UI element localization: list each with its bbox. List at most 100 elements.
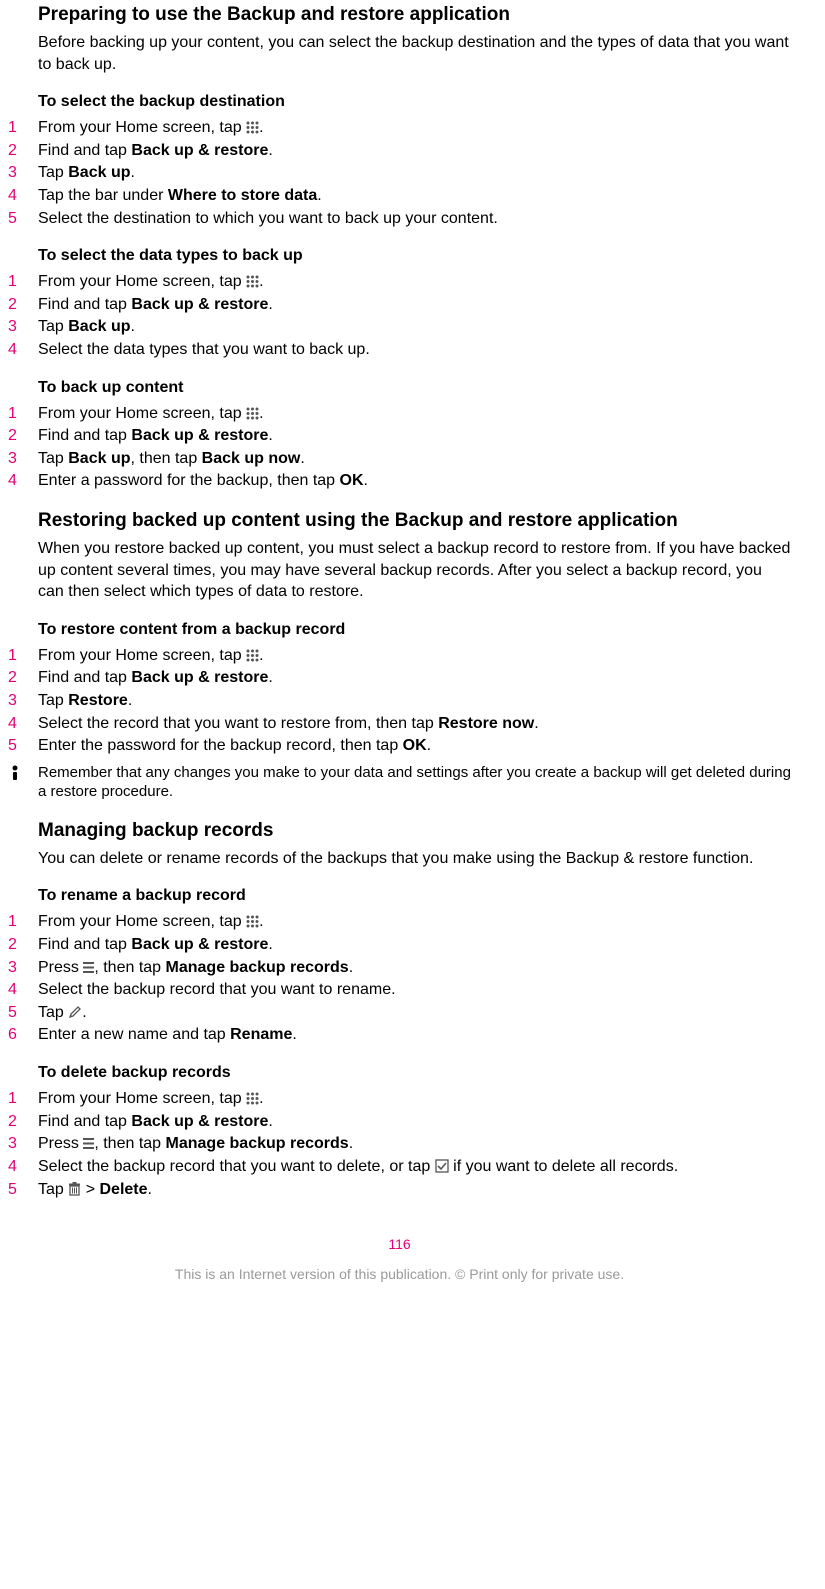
- step-text: Find and tap: [38, 142, 131, 159]
- step-bold: Rename: [230, 1026, 292, 1043]
- step-bold: Delete: [99, 1181, 147, 1198]
- step-number: 4: [8, 1156, 17, 1178]
- step-text: .: [268, 936, 272, 953]
- step-text: Find and tap: [38, 296, 131, 313]
- heading-preparing: Preparing to use the Backup and restore …: [8, 4, 791, 26]
- list-item: 5 Select the destination to which you wa…: [8, 208, 791, 230]
- page-number: 116: [8, 1236, 791, 1252]
- list-item: 2 Find and tap Back up & restore.: [8, 1111, 791, 1133]
- menu-icon: [83, 957, 94, 979]
- step-number: 1: [8, 117, 17, 139]
- list-item: 3 Tap Back up.: [8, 162, 791, 184]
- step-text: Enter the password for the backup record…: [38, 737, 403, 754]
- step-text: if you want to delete all records.: [449, 1158, 678, 1175]
- step-text: >: [81, 1181, 99, 1198]
- step-bold: OK: [403, 737, 427, 754]
- steps-back-up-content: 1 From your Home screen, tap . 2 Find an…: [8, 403, 791, 492]
- step-text: , then tap: [131, 450, 202, 467]
- step-text: .: [268, 296, 272, 313]
- step-text: , then tap: [94, 1135, 165, 1152]
- step-text: Find and tap: [38, 936, 131, 953]
- step-number: 1: [8, 645, 17, 667]
- apps-grid-icon: [246, 1088, 259, 1110]
- steps-select-data-types: 1 From your Home screen, tap . 2 Find an…: [8, 271, 791, 360]
- list-item: 3 Tap Restore.: [8, 690, 791, 712]
- step-bold: Manage backup records: [166, 1135, 349, 1152]
- sub-select-destination: To select the backup destination: [8, 93, 791, 111]
- step-text: From your Home screen, tap: [38, 405, 246, 422]
- step-number: 5: [8, 1002, 17, 1024]
- list-item: 3 Press , then tap Manage backup records…: [8, 957, 791, 979]
- step-bold: Back up now: [202, 450, 301, 467]
- step-number: 4: [8, 470, 17, 492]
- step-text: .: [259, 273, 263, 290]
- step-text: .: [259, 913, 263, 930]
- step-number: 4: [8, 713, 17, 735]
- step-text: Find and tap: [38, 669, 131, 686]
- step-bold: Back up & restore: [131, 936, 268, 953]
- step-number: 2: [8, 294, 17, 316]
- step-bold: Back up: [68, 318, 130, 335]
- sub-back-up-content: To back up content: [8, 379, 791, 397]
- step-text: Find and tap: [38, 1113, 131, 1130]
- step-text: .: [259, 405, 263, 422]
- step-bold: Manage backup records: [166, 959, 349, 976]
- step-text: .: [131, 164, 135, 181]
- step-text: , then tap: [94, 959, 165, 976]
- step-number: 4: [8, 185, 17, 207]
- step-number: 3: [8, 957, 17, 979]
- para-managing: You can delete or rename records of the …: [8, 848, 791, 870]
- step-text: Select the destination to which you want…: [38, 210, 498, 227]
- list-item: 1 From your Home screen, tap .: [8, 911, 791, 933]
- step-text: .: [268, 142, 272, 159]
- steps-delete-records: 1 From your Home screen, tap . 2 Find an…: [8, 1088, 791, 1200]
- step-number: 3: [8, 448, 17, 470]
- step-bold: OK: [340, 472, 364, 489]
- trash-icon: [68, 1179, 81, 1201]
- step-number: 4: [8, 339, 17, 361]
- step-text: Enter a new name and tap: [38, 1026, 230, 1043]
- list-item: 1 From your Home screen, tap .: [8, 117, 791, 139]
- list-item: 5 Tap .: [8, 1002, 791, 1024]
- step-bold: Back up & restore: [131, 142, 268, 159]
- list-item: 4 Select the backup record that you want…: [8, 979, 791, 1001]
- step-text: Tap: [38, 318, 68, 335]
- step-text: Enter a password for the backup, then ta…: [38, 472, 340, 489]
- steps-select-destination: 1 From your Home screen, tap . 2 Find an…: [8, 117, 791, 229]
- list-item: 4 Select the data types that you want to…: [8, 339, 791, 361]
- step-text: Select the backup record that you want t…: [38, 1158, 435, 1175]
- step-number: 2: [8, 140, 17, 162]
- footer-text: This is an Internet version of this publ…: [8, 1266, 791, 1294]
- step-text: .: [268, 427, 272, 444]
- list-item: 6 Enter a new name and tap Rename.: [8, 1024, 791, 1046]
- checkbox-icon: [435, 1156, 449, 1178]
- step-bold: Back up & restore: [131, 427, 268, 444]
- steps-restore-from-record: 1 From your Home screen, tap . 2 Find an…: [8, 645, 791, 757]
- step-text: From your Home screen, tap: [38, 913, 246, 930]
- step-number: 2: [8, 1111, 17, 1133]
- step-text: .: [128, 692, 132, 709]
- step-text: Select the data types that you want to b…: [38, 341, 370, 358]
- step-text: .: [82, 1004, 86, 1021]
- apps-grid-icon: [246, 117, 259, 139]
- list-item: 5 Tap > Delete.: [8, 1179, 791, 1201]
- list-item: 4 Select the record that you want to res…: [8, 713, 791, 735]
- step-text: From your Home screen, tap: [38, 273, 246, 290]
- list-item: 3 Tap Back up.: [8, 316, 791, 338]
- sub-select-data-types: To select the data types to back up: [8, 247, 791, 265]
- step-text: .: [427, 737, 431, 754]
- step-text: Tap: [38, 450, 68, 467]
- step-text: Tap: [38, 1004, 68, 1021]
- step-bold: Back up & restore: [131, 296, 268, 313]
- step-text: Press: [38, 1135, 83, 1152]
- step-number: 2: [8, 425, 17, 447]
- list-item: 1 From your Home screen, tap .: [8, 271, 791, 293]
- step-text: Press: [38, 959, 83, 976]
- list-item: 2 Find and tap Back up & restore.: [8, 934, 791, 956]
- step-text: .: [148, 1181, 152, 1198]
- step-text: Tap: [38, 1181, 68, 1198]
- step-text: Select the record that you want to resto…: [38, 715, 438, 732]
- step-text: .: [317, 187, 321, 204]
- step-bold: Where to store data: [168, 187, 317, 204]
- step-text: .: [292, 1026, 296, 1043]
